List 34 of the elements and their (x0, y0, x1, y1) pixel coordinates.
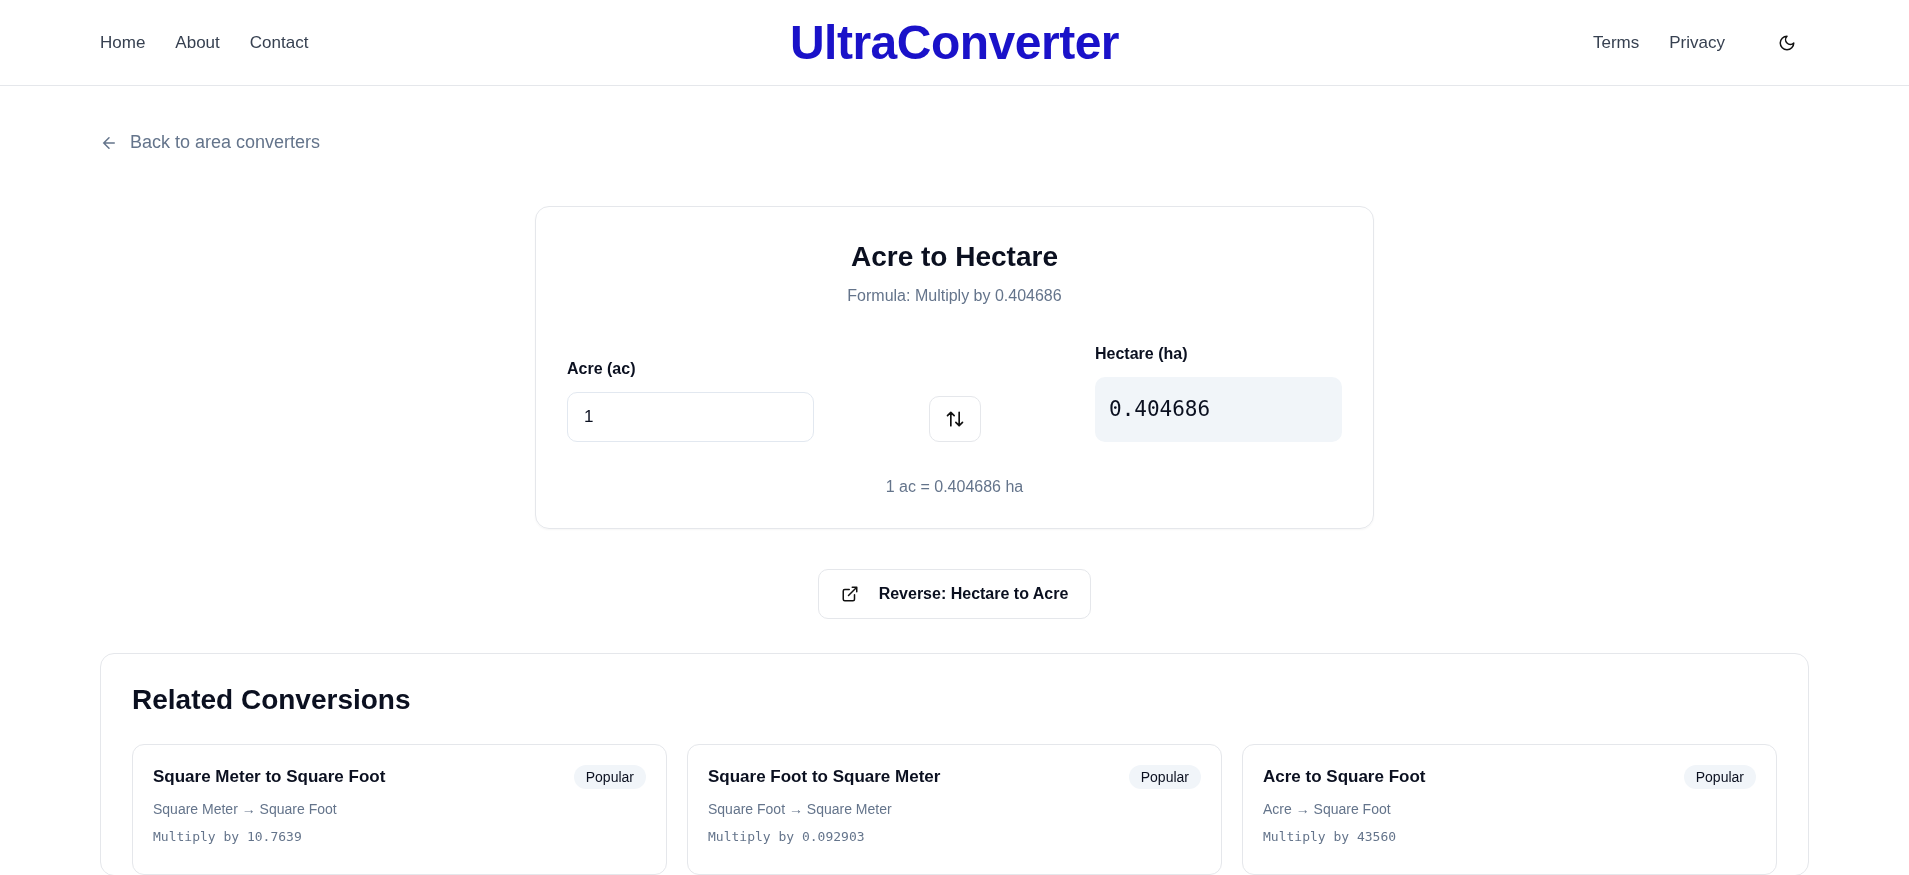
formula-text: Formula: Multiply by 0.404686 (846, 286, 1063, 305)
input-field[interactable]: 1 (567, 391, 814, 442)
nav-link[interactable]: Contact (249, 32, 309, 53)
units-text: Square Foot → Square Meter (708, 800, 893, 817)
conversion-card[interactable]: Acre to Square Foot Popular Acre → Square Foot Multiply by 43560 (1242, 743, 1777, 875)
popular-badge: Popular (1128, 764, 1201, 789)
conversion-card[interactable]: Square Meter to Square Foot Popular Square Meter → Square Foot Multiply by 10.7639 (132, 743, 667, 875)
units-text: Acre → Square Foot (1263, 800, 1392, 817)
units-text: Square Meter → Square Foot (153, 800, 338, 817)
nav-link[interactable]: Privacy (1669, 32, 1725, 53)
formula-text: Multiply by 0.092903 (708, 828, 866, 844)
conversion-title: Square Foot to Square Meter (708, 766, 941, 787)
equation-text: 1 ac = 0.404686 ha (884, 477, 1025, 496)
result-field: 0.404686 (1095, 376, 1342, 442)
conversion-card[interactable]: Square Foot to Square Meter Popular Square Foot → Square Meter Multiply by 0.092903 (687, 743, 1222, 875)
logo[interactable]: UltraConverter (789, 15, 1120, 70)
nav-link[interactable]: Terms (1593, 32, 1640, 53)
popular-badge: Popular (573, 764, 646, 789)
swap-button[interactable] (928, 395, 981, 442)
external-link-icon (840, 584, 859, 603)
converter-title: Acre to Hectare (850, 240, 1059, 273)
section-title: Related Conversions (132, 683, 412, 716)
nav-link[interactable]: Home (100, 32, 146, 53)
field-label: Acre (ac) (567, 359, 637, 378)
conversion-title: Square Meter to Square Foot (153, 766, 386, 787)
back-link[interactable]: Back to area converters (100, 132, 321, 153)
field-label: Hectare (ha) (1095, 344, 1189, 363)
popular-badge: Popular (1683, 764, 1756, 789)
moon-icon (1778, 33, 1796, 52)
reverse-button[interactable]: Reverse: Hectare to Acre (817, 568, 1092, 619)
nav-link[interactable]: About (175, 32, 220, 53)
formula-text: Multiply by 43560 (1263, 828, 1398, 844)
conversion-title: Acre to Square Foot (1263, 766, 1426, 787)
formula-text: Multiply by 10.7639 (153, 828, 303, 844)
